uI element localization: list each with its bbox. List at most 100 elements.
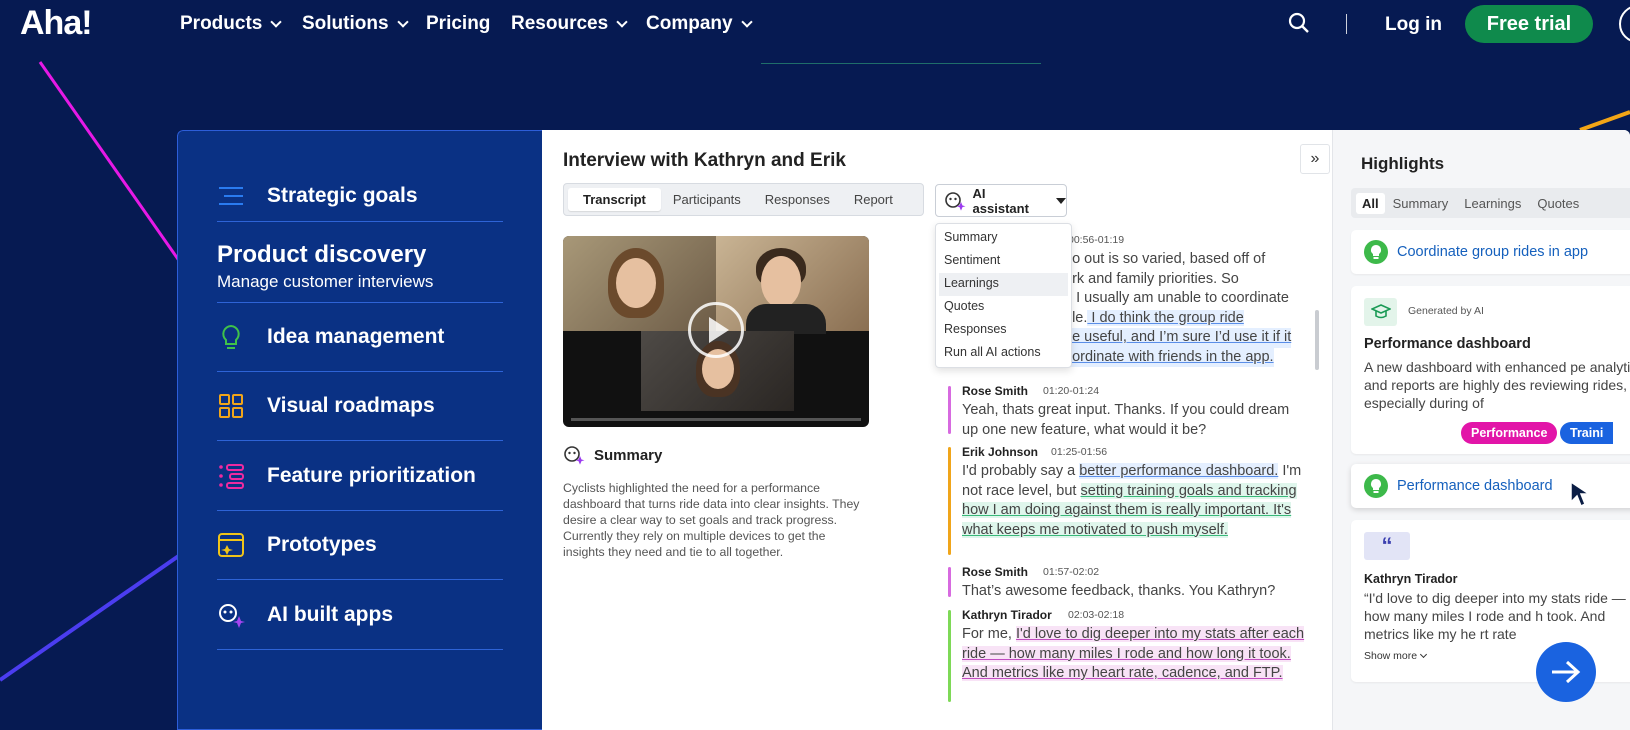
nav-products[interactable]: Products bbox=[180, 13, 283, 35]
feature-sidebar: Strategic goals Product discovery Manage… bbox=[177, 130, 542, 730]
timestamp: 01:25-01:56 bbox=[1051, 446, 1108, 458]
highlights-tabs: All Summary Learnings Quotes bbox=[1351, 188, 1630, 218]
tab-quotes[interactable]: Quotes bbox=[1529, 193, 1587, 214]
sidebar-item-strategic-goals[interactable]: Strategic goals bbox=[217, 171, 503, 222]
nav-pricing[interactable]: Pricing bbox=[426, 13, 490, 35]
sidebar-item-label: Visual roadmaps bbox=[267, 394, 435, 417]
aha-logo[interactable]: Aha! bbox=[20, 4, 93, 43]
arrow-right-icon bbox=[1552, 660, 1581, 684]
tab-learnings[interactable]: Learnings bbox=[1456, 193, 1529, 214]
quote-author: Kathryn Tirador bbox=[1364, 572, 1458, 586]
idea-card[interactable]: Performance dashboard bbox=[1351, 464, 1630, 508]
chevron-down-icon bbox=[270, 16, 283, 28]
timestamp: 01:20-01:24 bbox=[1043, 385, 1100, 397]
card-title: Performance dashboard bbox=[1364, 336, 1531, 352]
speaker-name: Erik Johnson bbox=[962, 445, 1039, 459]
sidebar-item-subtitle: Manage customer interviews bbox=[217, 272, 434, 291]
sidebar-item-label: Product discovery bbox=[217, 241, 427, 268]
tab-responses[interactable]: Responses bbox=[753, 188, 842, 211]
timestamp: 02:03-02:18 bbox=[1068, 609, 1125, 621]
transcript-entry: Erik Johnson 01:25-01:56 I'd probably sa… bbox=[948, 445, 1308, 555]
generated-label: Generated by AI bbox=[1408, 305, 1484, 317]
login-link[interactable]: Log in bbox=[1385, 14, 1442, 36]
free-trial-button[interactable]: Free trial bbox=[1465, 5, 1593, 43]
sidebar-item-ai-built-apps[interactable]: AI built apps bbox=[217, 580, 503, 650]
page-title: Interview with Kathryn and Erik bbox=[563, 150, 846, 171]
ai-assistant-menu: Summary Sentiment Learnings Quotes Respo… bbox=[935, 223, 1072, 368]
highlights-title: Highlights bbox=[1361, 154, 1445, 173]
transcript-scrollbar[interactable] bbox=[1315, 310, 1319, 370]
sidebar-item-prototypes[interactable]: Prototypes bbox=[217, 511, 503, 580]
menu-item-sentiment[interactable]: Sentiment bbox=[936, 250, 1071, 273]
tab-summary[interactable]: Summary bbox=[1385, 193, 1457, 214]
transcript-entry: Rose Smith 01:57-02:02 That’s awesome fe… bbox=[948, 565, 1308, 599]
menu-item-learnings[interactable]: Learnings bbox=[939, 273, 1068, 296]
interview-tabs: Transcript Participants Responses Report bbox=[563, 183, 924, 216]
play-icon[interactable] bbox=[688, 302, 744, 358]
quote-text: “I'd love to dig deeper into my stats ri… bbox=[1364, 590, 1626, 642]
idea-card[interactable]: Coordinate group rides in app bbox=[1351, 230, 1630, 274]
speaker-name: Kathryn Tirador bbox=[962, 608, 1052, 622]
tab-transcript[interactable]: Transcript bbox=[568, 188, 661, 211]
sidebar-item-visual-roadmaps[interactable]: Visual roadmaps bbox=[217, 372, 503, 441]
speaker-bar bbox=[948, 447, 951, 555]
transcript-entry: Kathryn Tirador 02:03-02:18 For me, I'd … bbox=[948, 608, 1308, 703]
transcript-text: go out is so varied, based off of ork an… bbox=[1064, 250, 1304, 367]
menu-item-quotes[interactable]: Quotes bbox=[936, 296, 1071, 319]
ai-assistant-label: AI assistant bbox=[972, 185, 1029, 216]
next-arrow-button[interactable] bbox=[1536, 642, 1596, 702]
tag-performance[interactable]: Performance bbox=[1461, 422, 1558, 444]
idea-title[interactable]: Performance dashboard bbox=[1397, 478, 1553, 494]
nav-company[interactable]: Company bbox=[646, 13, 753, 35]
interview-pane: Interview with Kathryn and Erik Transcri… bbox=[542, 130, 1630, 730]
lightbulb-icon bbox=[217, 323, 245, 351]
chevron-down-icon bbox=[740, 16, 753, 28]
menu-item-summary[interactable]: Summary bbox=[936, 227, 1071, 250]
double-chevron-right-icon: » bbox=[1310, 150, 1320, 167]
tab-report[interactable]: Report bbox=[842, 188, 905, 211]
menu-item-responses[interactable]: Responses bbox=[936, 319, 1071, 342]
nav-divider bbox=[1346, 14, 1347, 34]
video-progress-bar[interactable] bbox=[571, 418, 861, 421]
caret-down-icon bbox=[1056, 197, 1066, 204]
nav-resources[interactable]: Resources bbox=[511, 13, 628, 35]
card-text: A new dashboard with enhanced pe analyti… bbox=[1364, 359, 1630, 411]
ai-sparkle-icon bbox=[945, 191, 966, 211]
tab-participants[interactable]: Participants bbox=[661, 188, 753, 211]
tab-all[interactable]: All bbox=[1356, 192, 1385, 214]
sidebar-item-label: Feature prioritization bbox=[267, 463, 476, 487]
account-icon[interactable] bbox=[1619, 5, 1630, 43]
speaker-bar bbox=[948, 386, 951, 434]
divider bbox=[761, 63, 1041, 64]
lightbulb-icon bbox=[1364, 240, 1388, 264]
sidebar-item-label: Idea management bbox=[267, 325, 445, 348]
learning-card[interactable]: Generated by AI Performance dashboard A … bbox=[1351, 286, 1630, 454]
cursor-icon bbox=[1570, 480, 1592, 508]
collapse-panel-button[interactable]: » bbox=[1300, 144, 1330, 174]
transcript-text: That’s awesome feedback, thanks. You Kat… bbox=[962, 583, 1276, 599]
timestamp: 01:57-02:02 bbox=[1043, 566, 1100, 578]
transcript-text: Yeah, thats great input. Thanks. If you … bbox=[962, 402, 1290, 438]
prototype-icon bbox=[217, 531, 245, 559]
sidebar-item-label: Prototypes bbox=[267, 533, 377, 556]
sidebar-item-label: AI built apps bbox=[267, 602, 393, 626]
nav-solutions[interactable]: Solutions bbox=[302, 13, 409, 35]
sidebar-item-product-discovery[interactable]: Product discovery Manage customer interv… bbox=[217, 222, 503, 303]
transcript-text: I'd probably say a better performance da… bbox=[962, 463, 1302, 538]
interview-video[interactable] bbox=[563, 236, 869, 427]
top-nav: Aha! Products Solutions Pricing Resource… bbox=[0, 0, 1630, 50]
search-icon[interactable] bbox=[1288, 12, 1310, 34]
ai-assistant-button[interactable]: AI assistant bbox=[935, 184, 1067, 217]
speaker-name: Rose Smith bbox=[962, 384, 1029, 398]
show-more-link[interactable]: Show more bbox=[1364, 650, 1428, 662]
show-more-label: Show more bbox=[1364, 650, 1418, 662]
idea-title[interactable]: Coordinate group rides in app bbox=[1397, 244, 1588, 260]
tag-training[interactable]: Traini bbox=[1560, 422, 1614, 444]
menu-item-run-all[interactable]: Run all AI actions bbox=[936, 342, 1071, 365]
transcript-text: For me, I'd love to dig deeper into my s… bbox=[962, 626, 1305, 681]
sidebar-item-feature-prioritization[interactable]: Feature prioritization bbox=[217, 441, 503, 511]
speaker-bar bbox=[948, 610, 951, 702]
chevron-down-icon bbox=[1420, 650, 1428, 659]
summary-title: Summary bbox=[594, 446, 663, 464]
sidebar-item-idea-management[interactable]: Idea management bbox=[217, 303, 503, 372]
